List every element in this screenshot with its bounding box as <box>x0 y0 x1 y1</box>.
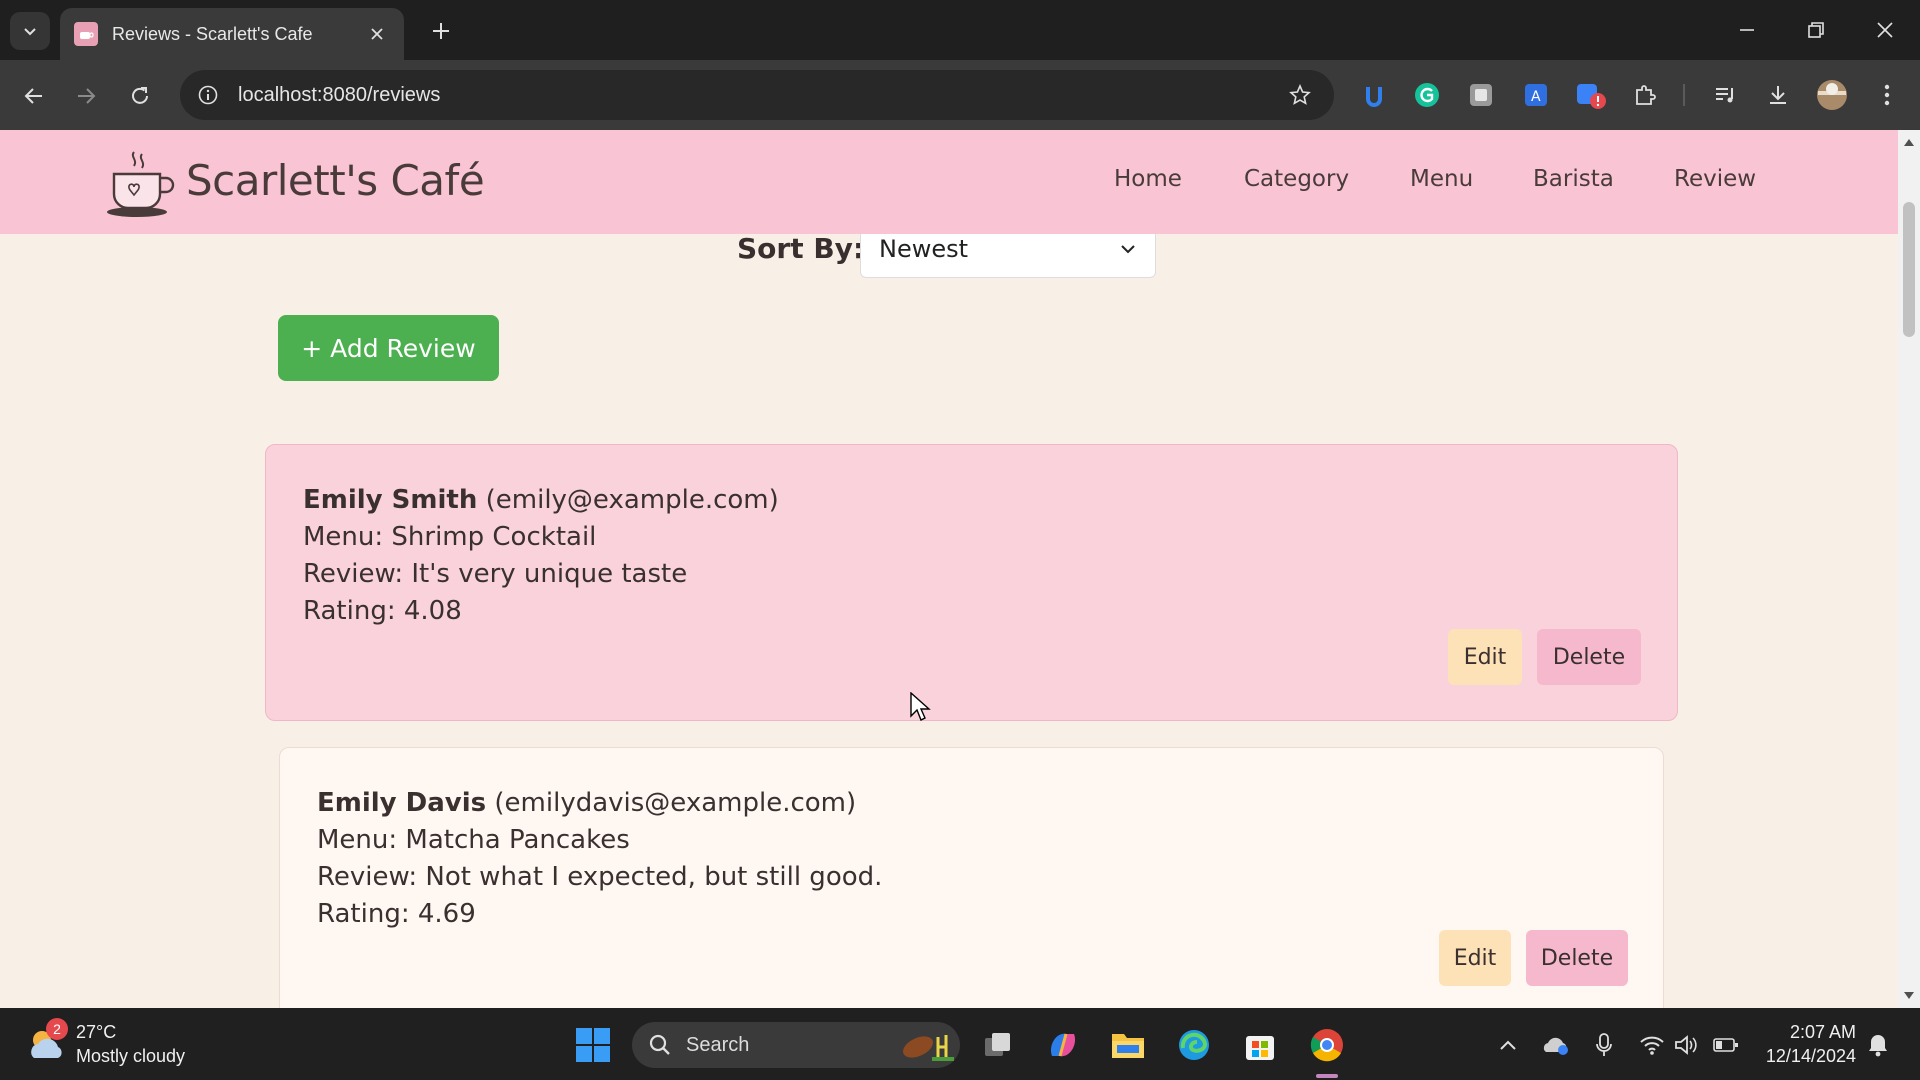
weather-description[interactable]: Mostly cloudy <box>76 1046 185 1067</box>
review-menu: Menu: Shrimp Cocktail <box>303 522 597 552</box>
url-text: localhost:8080/reviews <box>238 83 441 106</box>
notification-bell-icon[interactable] <box>1864 1032 1892 1058</box>
chevron-down-icon <box>24 28 36 36</box>
reviewer-email: (emily@example.com) <box>485 485 779 515</box>
chrome-icon[interactable] <box>1306 1024 1348 1066</box>
download-icon[interactable] <box>1761 78 1795 112</box>
taskbar-search-box[interactable]: Search <box>632 1022 960 1068</box>
review-menu: Menu: Matcha Pancakes <box>317 825 630 855</box>
nav-link-home[interactable]: Home <box>1114 166 1182 192</box>
microsoft-store-icon[interactable] <box>1239 1024 1281 1066</box>
search-icon <box>649 1034 670 1055</box>
clock-time[interactable]: 2:07 AM <box>1758 1022 1856 1043</box>
windows-start-icon[interactable] <box>572 1024 614 1066</box>
add-review-button[interactable]: + Add Review <box>278 315 499 381</box>
browser-tab-strip: Reviews - Scarlett's Cafe <box>0 0 1920 60</box>
reload-icon[interactable] <box>120 76 160 116</box>
scrollbar-thumb[interactable] <box>1903 202 1915 337</box>
brand-name[interactable]: Scarlett's Café <box>186 156 485 205</box>
search-highlight-football-icon <box>903 1035 954 1061</box>
sort-selected-value: Newest <box>879 235 969 263</box>
delete-button[interactable]: Delete <box>1526 930 1628 986</box>
svg-text:A: A <box>1531 89 1541 105</box>
mouse-cursor-icon <box>910 692 931 721</box>
extension-blue-icon[interactable] <box>1357 78 1391 112</box>
battery-icon[interactable] <box>1712 1032 1740 1058</box>
cafe-favicon-icon <box>74 22 98 46</box>
delete-button[interactable]: Delete <box>1537 629 1641 685</box>
volume-icon[interactable] <box>1672 1032 1700 1058</box>
weather-temperature[interactable]: 27°C <box>76 1022 116 1043</box>
review-text: Review: It's very unique taste <box>303 559 688 589</box>
extension-alert-icon[interactable] <box>1573 78 1607 112</box>
nav-link-barista[interactable]: Barista <box>1533 166 1614 192</box>
edge-browser-icon[interactable] <box>1173 1024 1215 1066</box>
nav-link-menu[interactable]: Menu <box>1410 166 1473 192</box>
forward-arrow-icon[interactable] <box>66 76 106 116</box>
edit-button[interactable]: Edit <box>1448 629 1522 685</box>
coffee-cup-logo-icon[interactable] <box>104 148 176 220</box>
media-controls-icon[interactable] <box>1708 78 1742 112</box>
review-rating: Rating: 4.69 <box>317 899 476 929</box>
back-arrow-icon[interactable] <box>14 76 54 116</box>
tab-close-icon[interactable] <box>364 21 390 47</box>
review-card: Emily Davis (emilydavis@example.com) Men… <box>279 747 1664 1008</box>
site-navbar: Scarlett's Café Home Category Menu Baris… <box>0 130 1898 234</box>
onedrive-cloud-icon[interactable] <box>1542 1032 1570 1058</box>
clock-date[interactable]: 12/14/2024 <box>1758 1046 1856 1067</box>
copilot-icon[interactable] <box>1042 1024 1084 1066</box>
review-details: Emily Davis (emilydavis@example.com) Men… <box>317 785 882 933</box>
site-info-icon[interactable] <box>190 77 226 113</box>
reviewer-email: (emilydavis@example.com) <box>494 788 857 818</box>
chevron-down-icon <box>1121 245 1135 254</box>
page-viewport: Scarlett's Café Home Category Menu Baris… <box>0 130 1898 1008</box>
grammarly-icon[interactable] <box>1410 78 1444 112</box>
minimize-icon[interactable] <box>1724 10 1770 50</box>
active-app-indicator <box>1316 1074 1338 1078</box>
windows-taskbar: 2 27°C Mostly cloudy Search 2:07 AM 12/1… <box>0 1008 1920 1080</box>
sort-by-label: Sort By: <box>737 232 865 265</box>
page-scrollbar[interactable] <box>1898 130 1920 1008</box>
microphone-icon[interactable] <box>1590 1032 1618 1058</box>
review-card: Emily Smith (emily@example.com) Menu: Sh… <box>265 444 1678 721</box>
review-rating: Rating: 4.08 <box>303 596 462 626</box>
browser-toolbar: localhost:8080/reviews A <box>0 60 1920 130</box>
bookmark-star-icon[interactable] <box>1280 75 1320 115</box>
task-view-icon[interactable] <box>977 1024 1019 1066</box>
window-close-icon[interactable] <box>1862 10 1908 50</box>
show-hidden-icons-chevron-icon[interactable] <box>1494 1032 1522 1058</box>
wifi-icon[interactable] <box>1638 1032 1666 1058</box>
reviewer-line: Emily Davis (emilydavis@example.com) <box>317 785 882 822</box>
edit-button[interactable]: Edit <box>1439 930 1511 986</box>
profile-avatar[interactable] <box>1815 78 1849 112</box>
scroll-up-arrow-icon[interactable] <box>1903 136 1915 148</box>
nav-link-review[interactable]: Review <box>1674 166 1756 192</box>
nav-link-category[interactable]: Category <box>1244 166 1349 192</box>
review-details: Emily Smith (emily@example.com) Menu: Sh… <box>303 482 779 630</box>
restore-icon[interactable] <box>1793 10 1839 50</box>
reviewer-line: Emily Smith (emily@example.com) <box>303 482 779 519</box>
tab-search-button[interactable] <box>10 12 50 50</box>
weather-alert-badge: 2 <box>46 1018 68 1040</box>
new-tab-plus-icon[interactable] <box>424 14 458 48</box>
extension-puzzle-image-icon[interactable] <box>1464 78 1498 112</box>
browser-tab-active[interactable]: Reviews - Scarlett's Cafe <box>60 8 404 60</box>
reviewer-name: Emily Smith <box>303 485 478 515</box>
menu-more-icon[interactable] <box>1870 78 1904 112</box>
search-label: Search <box>686 1033 750 1056</box>
toolbar-separator <box>1683 84 1685 106</box>
reviewer-name: Emily Davis <box>317 788 487 818</box>
extensions-puzzle-icon[interactable] <box>1628 78 1662 112</box>
file-explorer-icon[interactable] <box>1107 1024 1149 1066</box>
tab-title: Reviews - Scarlett's Cafe <box>112 23 313 44</box>
scroll-down-arrow-icon[interactable] <box>1903 990 1915 1002</box>
address-bar[interactable]: localhost:8080/reviews <box>180 70 1334 120</box>
translate-extension-icon[interactable]: A <box>1519 78 1553 112</box>
review-text: Review: Not what I expected, but still g… <box>317 862 883 892</box>
